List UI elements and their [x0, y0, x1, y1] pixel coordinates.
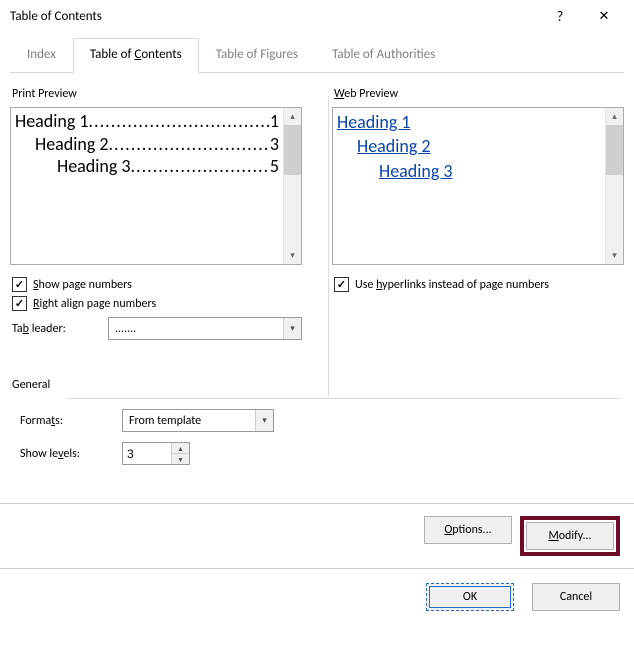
scroll-up-icon[interactable]: ▴	[606, 108, 623, 125]
print-preview-content: Heading 11 Heading 23 Heading 35	[11, 108, 283, 264]
scroll-thumb[interactable]	[606, 125, 623, 175]
web-row: Heading 1	[335, 110, 603, 134]
options-row: Options... Modify...	[0, 503, 634, 568]
general-label: General	[12, 378, 622, 392]
show-levels-spinner[interactable]: ▲ ▼	[122, 442, 190, 465]
web-preview-box: Heading 1 Heading 2 Heading 3 ▴ ▾	[332, 107, 624, 265]
web-row: Heading 2	[335, 134, 603, 158]
checkbox-icon	[334, 277, 349, 292]
formats-row: Formats: From template	[20, 409, 620, 432]
right-align-checkbox[interactable]: Right align page numbers	[12, 296, 302, 311]
checkbox-icon	[12, 296, 27, 311]
spin-down-icon[interactable]: ▼	[171, 454, 189, 464]
tab-leader-label: Tab leader:	[12, 322, 92, 336]
toc-row: Heading 35	[13, 155, 281, 178]
formats-value: From template	[123, 414, 255, 428]
tab-table-of-authorities[interactable]: Table of Authorities	[315, 38, 452, 73]
web-row: Heading 3	[335, 159, 603, 183]
chevron-down-icon[interactable]	[283, 318, 301, 339]
print-preview-scrollbar[interactable]: ▴ ▾	[283, 108, 301, 264]
show-levels-input[interactable]	[123, 443, 171, 464]
dialog-body: Print Preview Heading 11 Heading 23 Head…	[0, 73, 634, 346]
web-preview-col: Web Preview Heading 1 Heading 2 Heading …	[332, 85, 624, 344]
options-button[interactable]: Options...	[424, 516, 512, 544]
tab-table-of-contents[interactable]: Table of Contents	[73, 38, 199, 73]
scroll-down-icon[interactable]: ▾	[284, 247, 301, 264]
toc-row: Heading 23	[13, 133, 281, 156]
show-page-numbers-checkbox[interactable]: Show page numbers	[12, 277, 302, 292]
show-levels-row: Show levels: ▲ ▼	[20, 442, 620, 465]
print-preview-col: Print Preview Heading 11 Heading 23 Head…	[10, 85, 302, 344]
tab-leader-value: .......	[109, 322, 283, 336]
cancel-button[interactable]: Cancel	[532, 583, 620, 611]
help-button[interactable]	[538, 1, 582, 31]
checkbox-icon	[12, 277, 27, 292]
scroll-up-icon[interactable]: ▴	[284, 108, 301, 125]
modify-highlight: Modify...	[520, 516, 620, 556]
tab-index[interactable]: Index	[10, 38, 73, 73]
formats-combo[interactable]: From template	[122, 409, 274, 432]
show-levels-label: Show levels:	[20, 447, 106, 461]
general-section: Formats: From template Show levels: ▲ ▼	[0, 409, 634, 479]
use-hyperlinks-checkbox[interactable]: Use hyperlinks instead of page numbers	[334, 277, 624, 292]
title-bar: Table of Contents	[0, 0, 634, 32]
formats-label: Formats:	[20, 414, 106, 428]
print-preview-box: Heading 11 Heading 23 Heading 35 ▴ ▾	[10, 107, 302, 265]
toc-row: Heading 11	[13, 110, 281, 133]
print-preview-label: Print Preview	[10, 85, 302, 107]
tab-leader-row: Tab leader: .......	[12, 317, 302, 340]
chevron-down-icon[interactable]	[255, 410, 273, 431]
tab-leader-combo[interactable]: .......	[108, 317, 302, 340]
vertical-divider	[328, 96, 329, 397]
modify-button[interactable]: Modify...	[526, 522, 614, 550]
tab-bar: Index Table of Contents Table of Figures…	[10, 38, 624, 73]
scroll-thumb[interactable]	[284, 125, 301, 175]
ok-button[interactable]: OK	[426, 583, 514, 611]
dialog-title: Table of Contents	[10, 9, 538, 24]
close-button[interactable]	[582, 1, 626, 31]
web-preview-scrollbar[interactable]: ▴ ▾	[605, 108, 623, 264]
web-preview-label: Web Preview	[332, 85, 624, 107]
commit-row: OK Cancel	[0, 568, 634, 625]
tab-table-of-figures[interactable]: Table of Figures	[199, 38, 315, 73]
scroll-down-icon[interactable]: ▾	[606, 247, 623, 264]
spin-up-icon[interactable]: ▲	[171, 443, 189, 454]
web-preview-content: Heading 1 Heading 2 Heading 3	[333, 108, 605, 264]
